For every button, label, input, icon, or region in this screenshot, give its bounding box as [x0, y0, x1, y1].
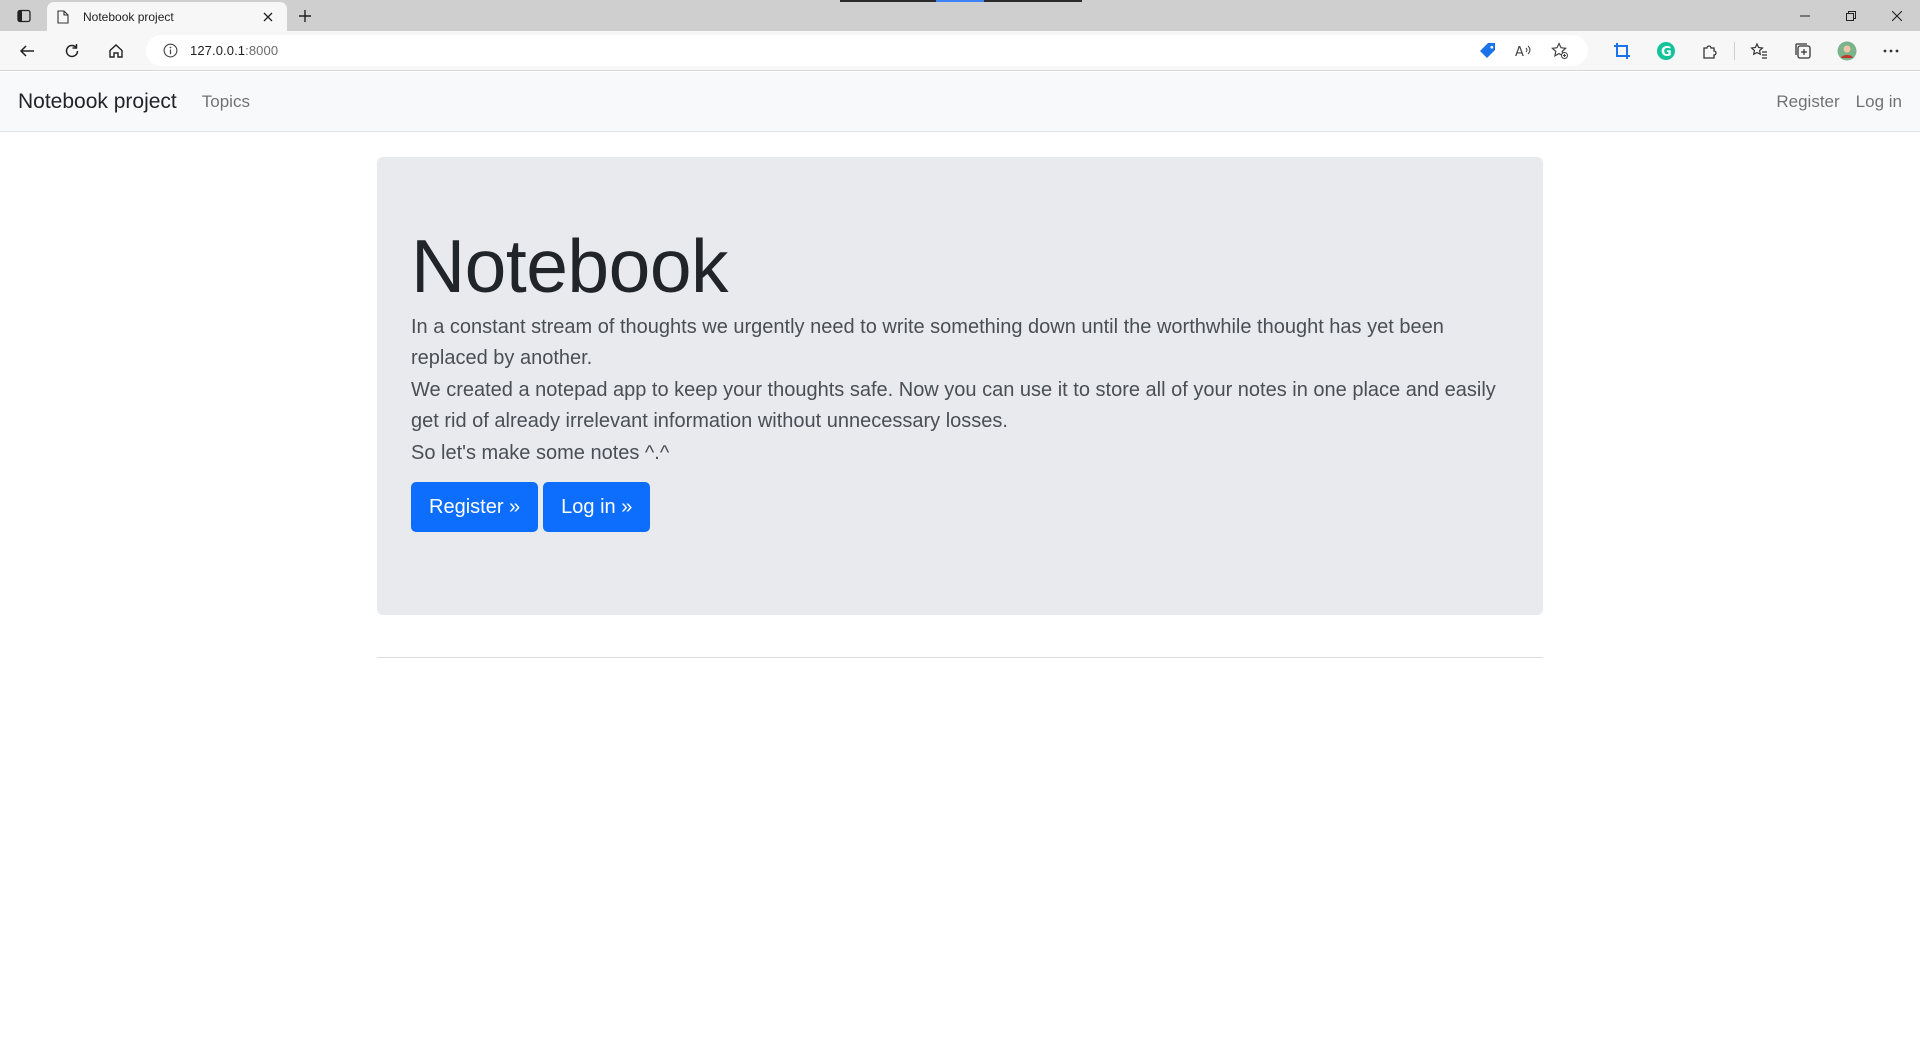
svg-text:A: A: [1515, 45, 1524, 59]
register-button[interactable]: Register »: [411, 482, 539, 533]
intro-text: In a constant stream of thoughts we urge…: [411, 312, 1509, 470]
login-button[interactable]: Log in »: [543, 482, 651, 533]
collections-icon[interactable]: [1781, 36, 1825, 66]
nav-link-register[interactable]: Register: [1776, 92, 1839, 112]
window-controls: [1782, 0, 1920, 31]
tab-actions-icon[interactable]: [10, 4, 38, 28]
extensions-icon[interactable]: [1688, 36, 1732, 66]
cta-buttons: Register » Log in »: [411, 482, 1509, 533]
tab-title: Notebook project: [83, 9, 174, 24]
page-divider: [377, 657, 1543, 658]
address-bar[interactable]: 127.0.0.1:8000 A: [146, 35, 1588, 66]
back-icon[interactable]: [11, 36, 43, 66]
site-navbar: Notebook project Topics Register Log in: [0, 72, 1920, 132]
svg-text:G: G: [1661, 45, 1672, 60]
jumbotron: Notebook In a constant stream of thought…: [377, 157, 1543, 615]
home-icon[interactable]: [100, 36, 132, 66]
add-favorite-icon[interactable]: [1546, 37, 1574, 65]
profile-avatar-icon[interactable]: [1825, 36, 1869, 66]
minimize-icon[interactable]: [1782, 0, 1828, 31]
favorites-icon[interactable]: [1737, 36, 1781, 66]
navbar-auth-links: Register Log in: [1776, 92, 1902, 112]
new-tab-icon[interactable]: [292, 4, 318, 28]
nav-link-topics[interactable]: Topics: [202, 92, 250, 112]
loading-indicator: [840, 0, 1082, 2]
page-title: Notebook: [411, 224, 729, 308]
grammarly-icon[interactable]: G: [1644, 36, 1688, 66]
read-aloud-icon[interactable]: A: [1510, 37, 1538, 65]
nav-link-login[interactable]: Log in: [1856, 92, 1902, 112]
page-icon: [57, 9, 71, 25]
close-window-icon[interactable]: [1874, 0, 1920, 31]
url-text: 127.0.0.1:8000: [190, 43, 279, 58]
browser-tab-active[interactable]: Notebook project: [47, 2, 287, 31]
intro-paragraph-1: In a constant stream of thoughts we urge…: [411, 315, 1444, 370]
navbar-brand[interactable]: Notebook project: [18, 90, 177, 114]
restore-icon[interactable]: [1828, 0, 1874, 31]
site-info-icon[interactable]: [150, 43, 190, 58]
crop-extension-icon[interactable]: [1600, 36, 1644, 66]
tab-close-icon[interactable]: [259, 8, 277, 26]
intro-paragraph-2: We created a notepad app to keep your th…: [411, 378, 1496, 433]
refresh-icon[interactable]: [56, 36, 88, 66]
intro-paragraph-3: So let's make some notes ^.^: [411, 441, 670, 464]
more-options-icon[interactable]: [1869, 36, 1913, 66]
browser-tab-strip: Notebook project: [0, 0, 1920, 31]
browser-toolbar: 127.0.0.1:8000 A G: [0, 31, 1920, 71]
shopping-tag-icon[interactable]: [1474, 37, 1502, 65]
